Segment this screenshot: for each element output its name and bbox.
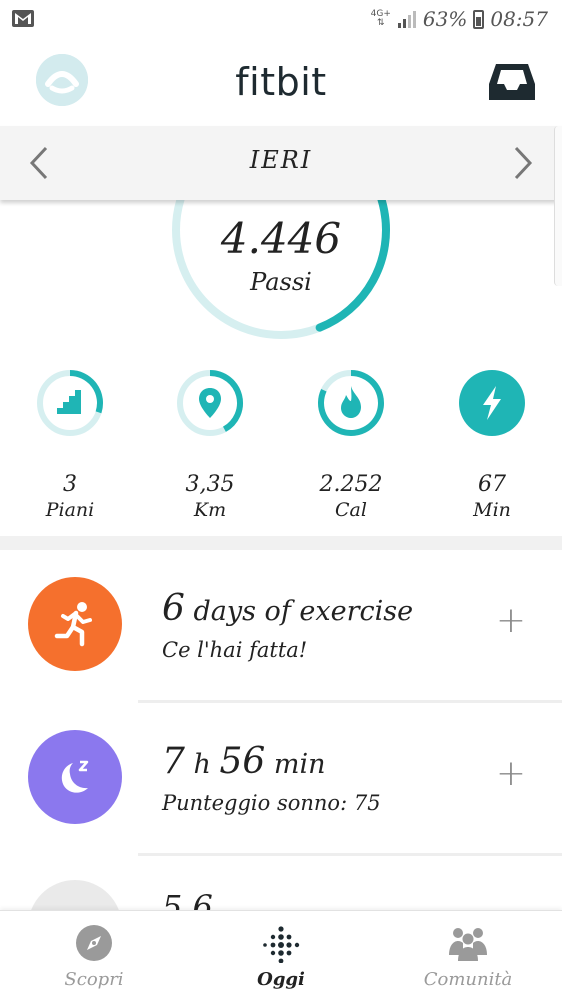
nav-label: Comunità: [423, 969, 513, 990]
steps-value: 4.446: [220, 214, 342, 263]
exercise-title: 6 days of exercise: [162, 588, 414, 629]
stats-row: 3 Piani 3,35 Km 2.252 Cal 67 Min: [0, 368, 562, 536]
partial-tile[interactable]: 5,6 ...: [0, 856, 562, 916]
sleep-title: 7 h 56 min: [162, 741, 326, 782]
nav-comunita[interactable]: Comunità: [388, 923, 548, 990]
stat-unit: Cal: [335, 499, 367, 521]
steps-ring[interactable]: 4.446 Passi: [0, 200, 562, 350]
chevron-right-icon[interactable]: [504, 144, 542, 182]
stat-unit: Km: [193, 499, 227, 521]
fitbit-dots-icon: [263, 926, 300, 963]
running-person-icon: [54, 602, 92, 647]
stat-ring: [35, 368, 105, 438]
compass-icon: [76, 925, 112, 961]
community-icon: [449, 928, 487, 961]
stat-value: 2.252: [319, 472, 383, 497]
day-label: IERI: [249, 146, 313, 174]
nav-scopri[interactable]: Scopri: [14, 923, 174, 990]
battery-percent: 63%: [422, 7, 468, 31]
sleep-badge: [28, 730, 122, 824]
stat-active-minutes[interactable]: 67 Min: [432, 368, 552, 521]
stat-ring: [316, 368, 386, 438]
nav-oggi[interactable]: Oggi: [201, 923, 361, 990]
flame-icon: [341, 386, 361, 418]
gmail-icon: [12, 10, 34, 27]
stat-unit: Piani: [45, 499, 95, 521]
clock: 08:57: [490, 7, 548, 31]
section-divider: [0, 536, 562, 550]
moon-sleep-icon: [61, 760, 89, 793]
network-indicator: 4G+ ⇅: [370, 9, 391, 28]
app-bar: fitbit: [0, 38, 562, 126]
app-title: fitbit: [235, 60, 327, 104]
sleep-subtitle: Punteggio sonno: 75: [162, 791, 381, 815]
stat-value: 3: [63, 472, 77, 497]
stat-calories[interactable]: 2.252 Cal: [291, 368, 411, 521]
stat-value: 3,35: [185, 472, 235, 497]
nav-label: Oggi: [257, 969, 305, 990]
signal-icon: [397, 11, 416, 28]
nav-label: Scopri: [64, 969, 124, 990]
sleep-tile[interactable]: 7 h 56 min Punteggio sonno: 75 +: [0, 703, 562, 855]
scroll-edge: [554, 126, 562, 286]
add-sleep-button[interactable]: +: [496, 753, 526, 794]
status-right: 4G+ ⇅ 63% 08:57: [371, 6, 548, 32]
exercise-badge: [28, 577, 122, 671]
stairs-icon: [57, 390, 81, 414]
steps-label: Passi: [250, 268, 312, 296]
stat-value: 67: [478, 472, 506, 497]
inbox-icon[interactable]: [488, 62, 536, 106]
stat-ring: [457, 368, 527, 438]
stat-distance[interactable]: 3,35 Km: [150, 368, 270, 521]
bottom-nav: Scopri Oggi Comunità: [0, 910, 562, 999]
exercise-tile[interactable]: 6 days of exercise Ce l'hai fatta! +: [0, 550, 562, 702]
exercise-subtitle: Ce l'hai fatta!: [162, 638, 308, 662]
stat-ring: [175, 368, 245, 438]
status-bar: 4G+ ⇅ 63% 08:57: [0, 0, 562, 38]
day-navigator: IERI: [0, 126, 562, 200]
stat-floors[interactable]: 3 Piani: [10, 368, 130, 521]
stat-unit: Min: [473, 499, 511, 521]
battery-icon: [473, 9, 485, 29]
add-exercise-button[interactable]: +: [496, 600, 526, 641]
